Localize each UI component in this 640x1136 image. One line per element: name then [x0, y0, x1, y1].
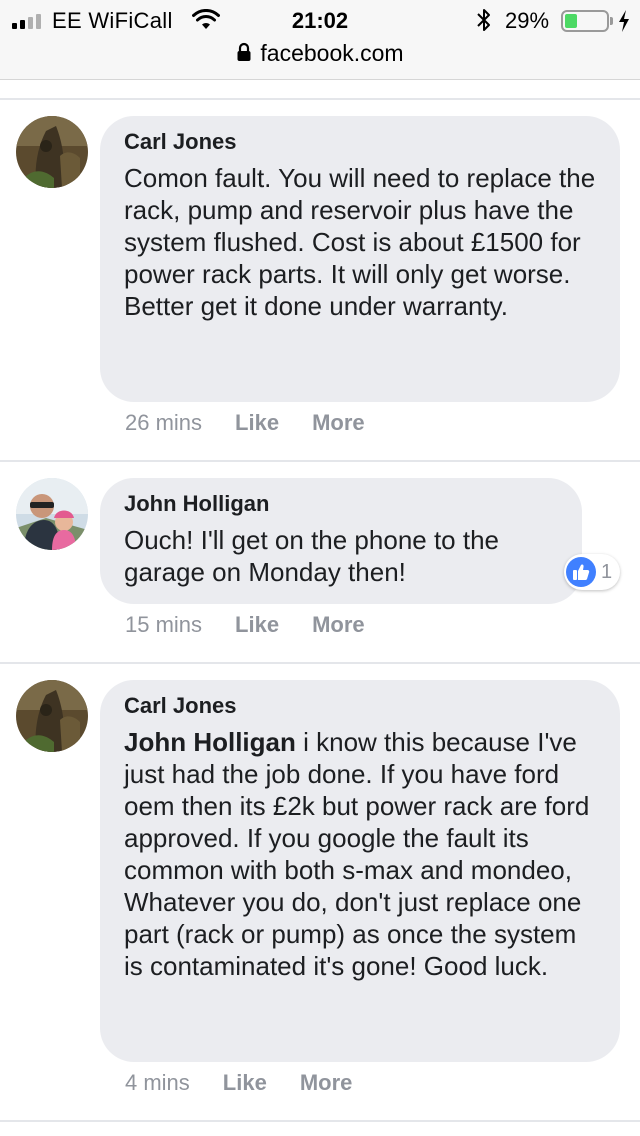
comment-text: Comon fault. You will need to replace th…: [124, 163, 596, 321]
address-bar[interactable]: facebook.com: [0, 40, 640, 70]
like-button[interactable]: Like: [235, 612, 279, 638]
comment-text-body: i know this because I've just had the jo…: [124, 727, 590, 981]
comment-actions: 15 mins Like More: [125, 612, 398, 638]
browser-top-bar: EE WiFiCall 21:02 29% facebook.com: [0, 0, 640, 80]
avatar[interactable]: [16, 478, 88, 550]
divider: [0, 460, 640, 462]
more-button[interactable]: More: [300, 1070, 353, 1096]
reaction-count: 1: [601, 560, 613, 583]
charging-bolt-icon: [619, 10, 629, 32]
battery-level: [565, 14, 577, 28]
like-button[interactable]: Like: [223, 1070, 267, 1096]
comment-actions: 26 mins Like More: [125, 410, 398, 436]
comment-author[interactable]: Carl Jones: [124, 692, 596, 720]
reaction-count-badge[interactable]: 1: [564, 554, 621, 590]
divider: [0, 662, 640, 664]
comment-text: John Holligan i know this because I've j…: [124, 726, 596, 982]
battery-cap: [610, 17, 613, 25]
comment-author[interactable]: Carl Jones: [124, 128, 596, 156]
lock-icon: [237, 42, 251, 61]
comment-text: Ouch! I'll get on the phone to the garag…: [124, 525, 500, 587]
like-button[interactable]: Like: [235, 410, 279, 436]
mention-link[interactable]: John Holligan: [124, 727, 296, 757]
comment-actions: 4 mins Like More: [125, 1070, 385, 1096]
divider: [0, 1120, 640, 1122]
divider: [0, 98, 640, 100]
avatar[interactable]: [16, 116, 88, 188]
avatar[interactable]: [16, 680, 88, 752]
comment-time[interactable]: 4 mins: [125, 1070, 190, 1096]
comment-bubble: Carl Jones Comon fault. You will need to…: [100, 116, 620, 402]
comment-time[interactable]: 26 mins: [125, 410, 202, 436]
comment-time[interactable]: 15 mins: [125, 612, 202, 638]
thumbs-up-icon: [566, 557, 596, 587]
comment-author[interactable]: John Holligan: [124, 490, 558, 518]
battery-percent: 29%: [505, 8, 550, 33]
url-text: facebook.com: [260, 40, 404, 66]
status-bar: EE WiFiCall 21:02 29%: [0, 0, 640, 40]
more-button[interactable]: More: [312, 612, 365, 638]
bluetooth-icon: [477, 9, 490, 31]
more-button[interactable]: More: [312, 410, 365, 436]
comment-bubble: John Holligan Ouch! I'll get on the phon…: [100, 478, 582, 604]
comment-bubble: Carl Jones John Holligan i know this bec…: [100, 680, 620, 1062]
battery-icon: [561, 10, 609, 32]
